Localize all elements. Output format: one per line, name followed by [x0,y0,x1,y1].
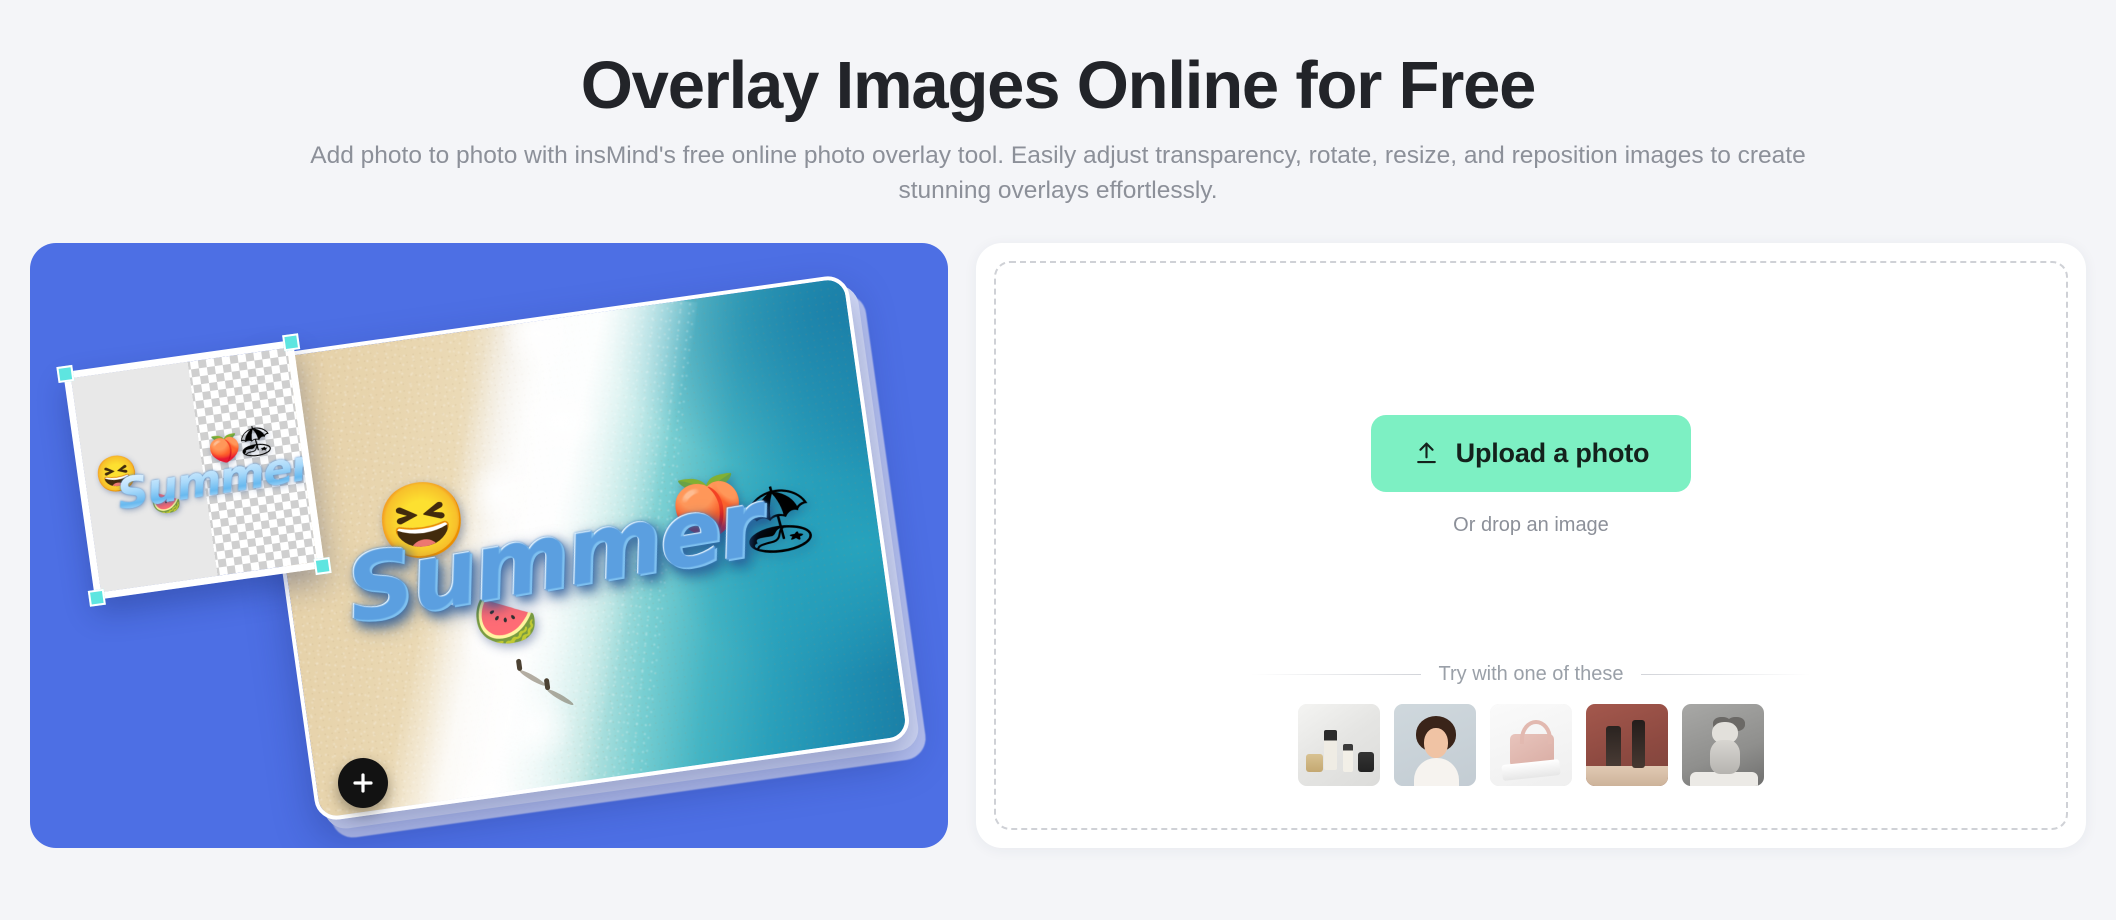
beach-photo-card: 😆 🍑 🏖 🍉 Summer [252,273,912,823]
beach-photo: 😆 🍑 🏖 🍉 Summer [252,273,908,823]
selection-handle-bottom-right[interactable] [313,556,332,575]
sample-thumb-woman-portrait[interactable] [1394,703,1476,786]
page-title: Overlay Images Online for Free [580,48,1537,123]
upload-a-photo-button[interactable]: Upload a photo [1370,414,1692,492]
sample-image-pink-handbag [1490,703,1572,786]
divider-rule-right [1641,673,1811,675]
plus-badge-icon [338,757,388,808]
sample-thumb-cosmetic-tubes[interactable] [1586,703,1668,786]
upload-arrow-icon [1413,440,1440,467]
promo-stage: 😆 🍑 🏖 🍉 Summer 😆 🍑 🏖 🍉 Summer [30,243,948,848]
workspace: 😆 🍑 🏖 🍉 Summer 😆 🍑 🏖 🍉 Summer [0,242,2116,848]
sample-image-woman-portrait [1394,703,1476,786]
selection-handle-top-right[interactable] [282,332,301,351]
upload-card: Upload a photo Or drop an image Try with… [976,242,2086,848]
dropzone[interactable]: Upload a photo Or drop an image Try with… [994,260,2068,830]
sample-thumb-pink-handbag[interactable] [1490,703,1572,786]
promo-preview-panel: 😆 🍑 🏖 🍉 Summer 😆 🍑 🏖 🍉 Summer [30,242,948,848]
transparency-checkerboard: 😆 🍑 🏖 🍉 Summer [71,347,317,592]
samples-label: Try with one of these [1438,662,1624,685]
upload-stack: Upload a photo Or drop an image [1370,414,1692,537]
overlay-source-card[interactable]: 😆 🍑 🏖 🍉 Summer [56,332,332,607]
sample-thumb-kitten[interactable] [1682,703,1764,786]
drop-hint-text: Or drop an image [1453,513,1609,536]
sample-image-kitten [1682,703,1764,786]
page-header: Overlay Images Online for Free Add photo… [0,0,2116,209]
upload-button-label: Upload a photo [1455,437,1650,468]
selection-handle-top-left[interactable] [56,364,75,383]
divider-rule-left [1251,673,1421,675]
samples-divider: Try with one of these [1251,663,1811,686]
page-subtitle: Add photo to photo with insMind's free o… [310,142,1806,204]
sample-images-section: Try with one of these [996,663,2066,786]
sample-image-skincare-bottles [1298,703,1380,786]
sample-thumb-skincare-bottles[interactable] [1298,703,1380,786]
sample-image-cosmetic-tubes [1586,703,1668,786]
selection-handle-bottom-left[interactable] [87,588,106,607]
samples-row [1298,703,1764,786]
